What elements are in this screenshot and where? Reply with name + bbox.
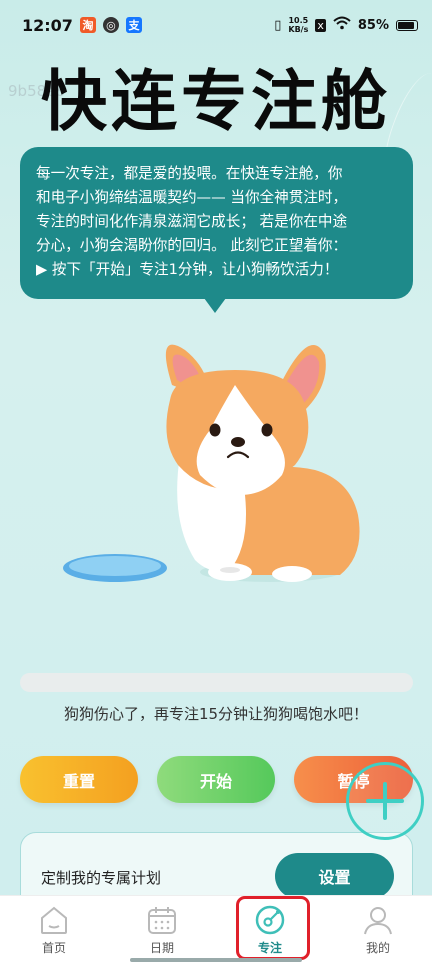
- dog-status-message: 狗狗伤心了，再专注15分钟让狗狗喝饱水吧！: [63, 705, 369, 723]
- focus-progress-bar: [20, 673, 413, 692]
- battery-icon: [396, 19, 418, 31]
- alipay-notification-icon: 支: [125, 17, 142, 33]
- app-notification-icon: ◎: [102, 17, 119, 33]
- focus-tab-highlight: [236, 896, 310, 960]
- nav-item-profile[interactable]: 我的: [324, 896, 432, 964]
- status-time: 12:07: [22, 15, 73, 35]
- intro-bubble: 每一次专注，都是爱的投喂。在快连专注舱，你 和电子小狗缔结温暖契约—— 当你全神…: [20, 147, 413, 313]
- bottom-nav: 首页 日期 专注 我的: [0, 895, 432, 964]
- bubble-line: 专注的时间化作清泉滋润它成长； 若是你在中途: [36, 213, 348, 230]
- nav-item-date[interactable]: 日期: [108, 896, 216, 964]
- bubble-line: 分心，小狗会渴盼你的回归。 此刻它正望着你：: [36, 237, 348, 254]
- floating-add-button[interactable]: [346, 762, 424, 840]
- sim-icon: x: [315, 18, 326, 32]
- bubble-line: ▶ 按下「开始」专注1分钟，让小狗畅饮活力！: [36, 261, 339, 278]
- start-button[interactable]: 开始: [157, 756, 275, 803]
- battery-percent: 85%: [357, 17, 389, 33]
- home-icon: [41, 906, 67, 934]
- nav-item-home[interactable]: 首页: [0, 896, 108, 964]
- status-bar: 12:07 淘 ◎ 支 ▯ 10.5 KB/s x 85%: [0, 0, 432, 50]
- dog-illustration: [60, 330, 380, 590]
- profile-icon: [364, 907, 392, 935]
- reset-button[interactable]: 重置: [20, 756, 138, 803]
- home-indicator[interactable]: [130, 958, 302, 962]
- calendar-icon: [148, 907, 176, 934]
- plus-icon: [366, 782, 404, 820]
- page-title: 快连专注舱: [41, 63, 391, 140]
- nav-label: 首页: [41, 941, 66, 955]
- plan-label: 定制我的专属计划: [41, 869, 162, 887]
- bubble-line: 每一次专注，都是爱的投喂。在快连专注舱，你: [36, 165, 343, 182]
- plan-settings-button[interactable]: 设置: [275, 853, 394, 899]
- nav-label: 我的: [365, 941, 390, 955]
- net-speed: 10.5 KB/s: [288, 16, 309, 34]
- nav-label: 日期: [149, 941, 174, 955]
- app-notification-icon: 淘: [79, 17, 96, 33]
- vibrate-icon: ▯: [274, 17, 282, 33]
- bubble-line: 和电子小狗缔结温暖契约—— 当你全神贯注时，: [36, 189, 348, 206]
- wifi-icon: [333, 16, 351, 34]
